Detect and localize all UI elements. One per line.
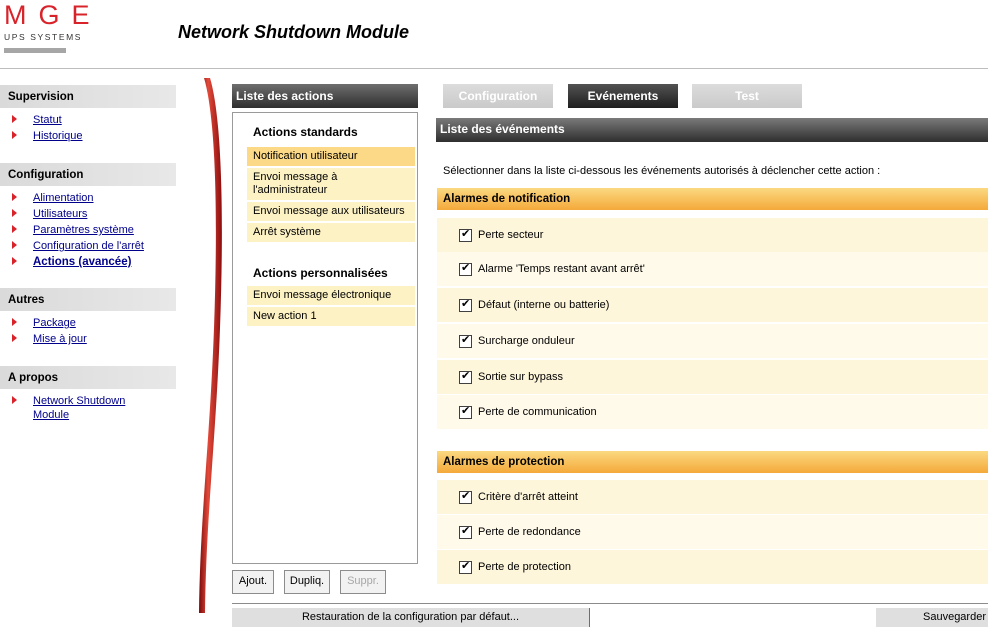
checkbox[interactable] (459, 490, 472, 504)
bullet-icon (12, 241, 17, 249)
event-row-perte-secteur[interactable]: Perte secteur (437, 218, 988, 252)
sidebar-item-configuration-arret[interactable]: Configuration de l'arrêt (0, 239, 176, 255)
sidebar-item-actions-avancee[interactable]: Actions (avancée) (0, 255, 176, 272)
red-pipe-decoration (199, 78, 222, 613)
sidebar-item-label[interactable]: Alimentation (33, 192, 94, 204)
actions-list: Actions standards Notification utilisate… (232, 112, 418, 564)
action-item-envoi-message-utilisateurs[interactable]: Envoi message aux utilisateurs (247, 202, 415, 221)
app-title: Network Shutdown Module (178, 22, 409, 42)
event-row-sortie-bypass[interactable]: Sortie sur bypass (437, 360, 988, 394)
sidebar: Supervision Statut Historique Configurat… (0, 85, 176, 424)
checkbox[interactable] (459, 298, 472, 312)
event-label: Perte secteur (478, 229, 544, 241)
sidebar-item-label[interactable]: Actions (avancée) (33, 256, 131, 268)
sidebar-item-utilisateurs[interactable]: Utilisateurs (0, 207, 176, 223)
logo-text: MGE (4, 0, 102, 30)
add-button[interactable]: Ajout. (232, 570, 274, 594)
sidebar-item-statut[interactable]: Statut (0, 113, 176, 129)
checkbox[interactable] (459, 405, 472, 419)
event-label: Perte de protection (478, 561, 571, 573)
event-label: Sortie sur bypass (478, 371, 563, 383)
event-label: Perte de redondance (478, 526, 581, 538)
tab-test[interactable]: Test (692, 84, 802, 108)
footer-divider (232, 603, 988, 604)
action-item-arret-systeme[interactable]: Arrêt système (247, 223, 415, 242)
checkbox[interactable] (459, 370, 472, 384)
sidebar-item-package[interactable]: Package (0, 316, 176, 332)
events-list-header: Liste des événements (436, 118, 988, 142)
action-item-envoi-message-admin[interactable]: Envoi message à l'administrateur (247, 168, 415, 200)
header-divider (0, 68, 988, 69)
bullet-icon (12, 209, 17, 217)
tab-configuration[interactable]: Configuration (443, 84, 553, 108)
actions-list-header: Liste des actions (232, 84, 418, 108)
custom-actions-title: Actions personnalisées (253, 266, 388, 280)
event-row-surcharge-onduleur[interactable]: Surcharge onduleur (437, 324, 988, 358)
sidebar-item-label[interactable]: Package (33, 317, 76, 329)
action-item-notification-utilisateur[interactable]: Notification utilisateur (247, 147, 415, 166)
sidebar-item-network-shutdown-module[interactable]: Network Shutdown Module (0, 394, 150, 424)
sidebar-section-supervision: Supervision (0, 85, 176, 108)
duplicate-button[interactable]: Dupliq. (284, 570, 330, 594)
bullet-icon (12, 225, 17, 233)
mge-logo: MGE UPS SYSTEMS (4, 0, 102, 68)
sidebar-item-label[interactable]: Statut (33, 114, 62, 126)
bullet-icon (12, 115, 17, 123)
sidebar-item-label[interactable]: Configuration de l'arrêt (33, 240, 144, 252)
sidebar-item-label[interactable]: Utilisateurs (33, 208, 87, 220)
bullet-icon (12, 257, 17, 265)
event-row-perte-redondance[interactable]: Perte de redondance (437, 515, 988, 549)
action-item-new-action-1[interactable]: New action 1 (247, 307, 415, 326)
event-label: Perte de communication (478, 406, 597, 418)
sidebar-item-label[interactable]: Historique (33, 130, 83, 142)
event-row-alarme-temps-restant[interactable]: Alarme 'Temps restant avant arrêt' (437, 252, 988, 286)
event-label: Défaut (interne ou batterie) (478, 299, 610, 311)
event-label: Surcharge onduleur (478, 335, 575, 347)
logo-subtitle: UPS SYSTEMS (4, 32, 83, 42)
tab-evenements[interactable]: Evénements (568, 84, 678, 108)
sidebar-item-parametres-systeme[interactable]: Paramètres système (0, 223, 176, 239)
checkbox[interactable] (459, 262, 472, 276)
protection-alarms-header: Alarmes de protection (437, 451, 988, 473)
sidebar-item-alimentation[interactable]: Alimentation (0, 191, 176, 207)
sidebar-section-a-propos: A propos (0, 366, 176, 389)
sidebar-item-label[interactable]: Mise à jour (33, 333, 87, 345)
standard-actions-title: Actions standards (253, 125, 358, 139)
event-row-defaut[interactable]: Défaut (interne ou batterie) (437, 288, 988, 322)
event-label: Critère d'arrêt atteint (478, 491, 578, 503)
event-row-perte-communication[interactable]: Perte de communication (437, 395, 988, 429)
sidebar-item-mise-a-jour[interactable]: Mise à jour (0, 332, 176, 348)
event-label: Alarme 'Temps restant avant arrêt' (478, 263, 645, 275)
bullet-icon (12, 334, 17, 342)
restore-defaults-button[interactable]: Restauration de la configuration par déf… (232, 608, 590, 627)
sidebar-item-label[interactable]: Paramètres système (33, 224, 134, 236)
bullet-icon (12, 396, 17, 404)
checkbox[interactable] (459, 525, 472, 539)
sidebar-item-label[interactable]: Network Shutdown Module (33, 395, 125, 421)
checkbox[interactable] (459, 560, 472, 574)
event-row-perte-protection[interactable]: Perte de protection (437, 550, 988, 584)
bullet-icon (12, 193, 17, 201)
sidebar-section-configuration: Configuration (0, 163, 176, 186)
sidebar-section-autres: Autres (0, 288, 176, 311)
event-row-critere-arret[interactable]: Critère d'arrêt atteint (437, 480, 988, 514)
bullet-icon (12, 318, 17, 326)
action-item-envoi-message-electronique[interactable]: Envoi message électronique (247, 286, 415, 305)
delete-button[interactable]: Suppr. (340, 570, 386, 594)
events-instructions: Sélectionner dans la liste ci-dessous le… (443, 165, 881, 177)
checkbox[interactable] (459, 228, 472, 242)
checkbox[interactable] (459, 334, 472, 348)
logo-bar (4, 48, 66, 53)
sidebar-item-historique[interactable]: Historique (0, 129, 176, 145)
save-button[interactable]: Sauvegarder (876, 608, 988, 627)
notification-alarms-header: Alarmes de notification (437, 188, 988, 210)
bullet-icon (12, 131, 17, 139)
